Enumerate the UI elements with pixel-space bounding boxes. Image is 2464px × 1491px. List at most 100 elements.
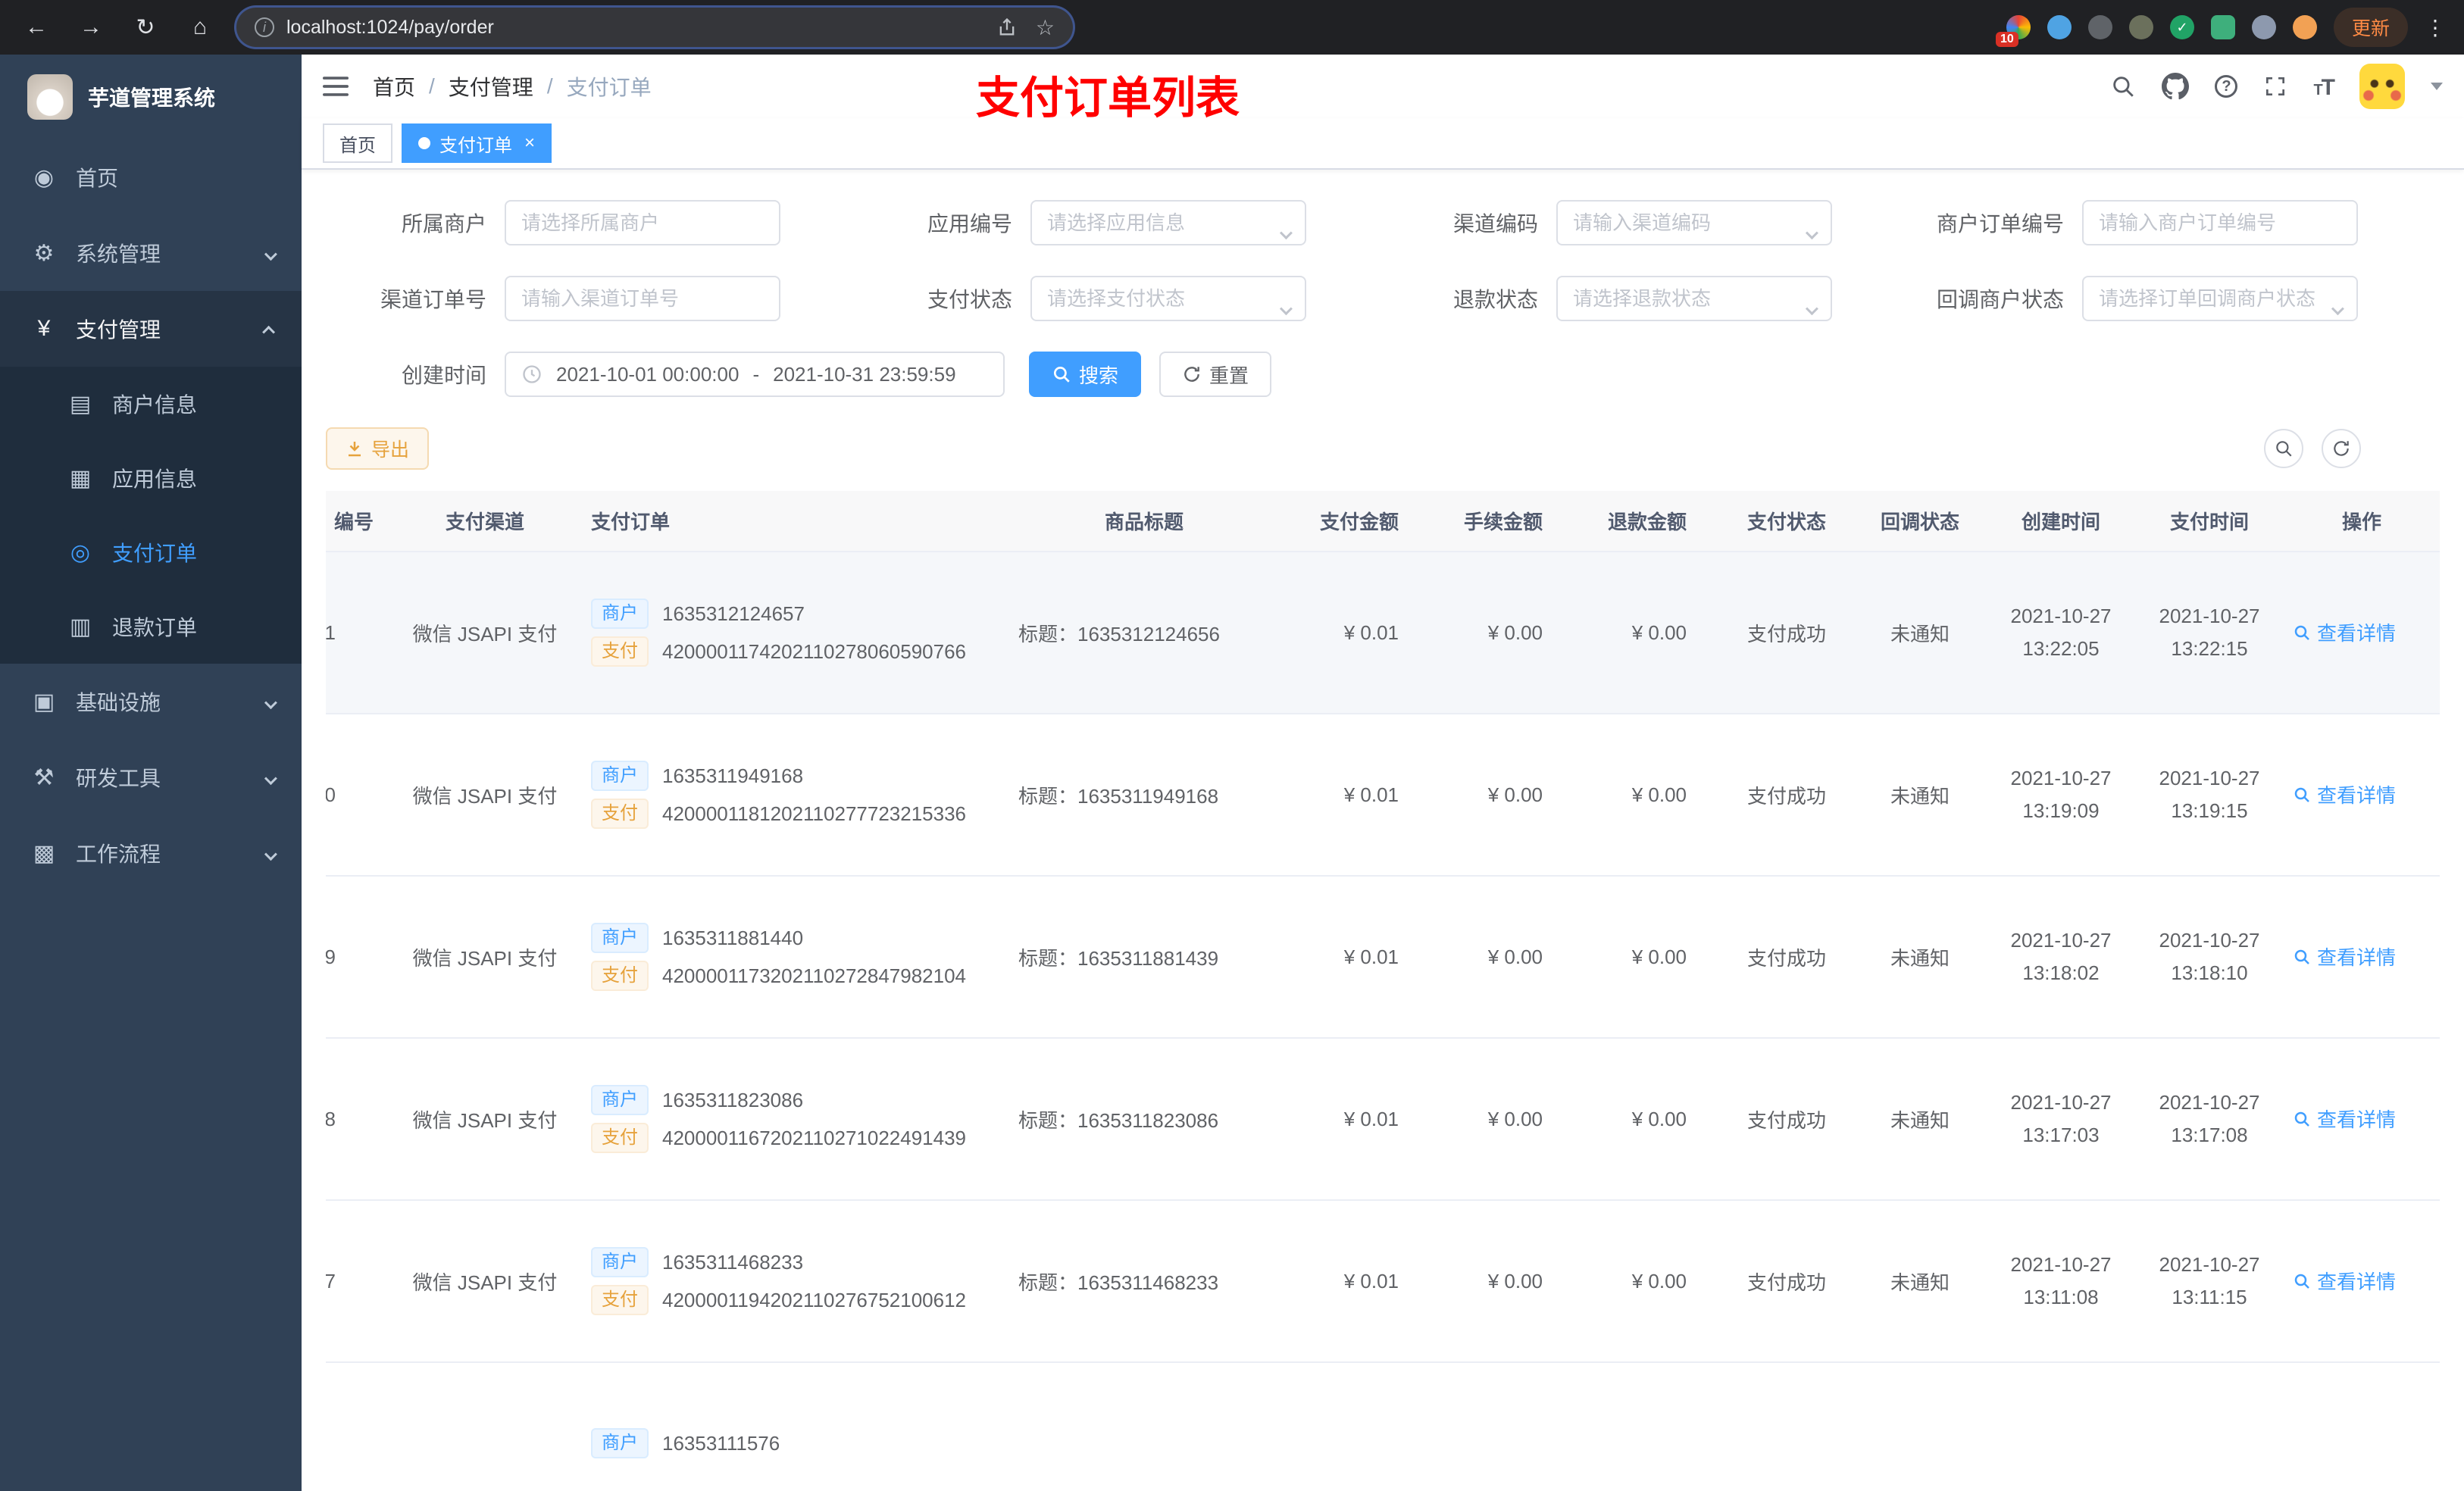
search-button[interactable]: 搜索 (1029, 352, 1142, 397)
sidebar-item-payment[interactable]: ¥ 支付管理 (0, 291, 302, 367)
sidebar-item-home[interactable]: ◉ 首页 (0, 139, 302, 215)
tab-home[interactable]: 首页 (323, 123, 392, 163)
github-icon[interactable] (2162, 73, 2190, 100)
merchant-order-no-input[interactable] (2082, 200, 2358, 245)
url-text: localhost:1024/pay/order (286, 16, 494, 38)
user-avatar[interactable] (2359, 64, 2405, 109)
extension-icon-3[interactable] (2087, 15, 2112, 39)
address-bar[interactable]: i localhost:1024/pay/order ☆ (236, 8, 1073, 47)
yen-icon: ¥ (37, 316, 51, 341)
extension-icon-6[interactable] (2210, 15, 2235, 39)
share-icon[interactable] (996, 17, 1018, 38)
extension-icon-1[interactable]: 10 (1995, 15, 2031, 47)
pay-status: 支付成功 (1720, 1200, 1853, 1363)
sidebar-item-pay-order[interactable]: ◎ 支付订单 (0, 515, 302, 589)
pay-badge: 支付 (591, 636, 649, 667)
card-icon: ▤ (69, 391, 92, 417)
help-icon[interactable]: ? (2215, 75, 2238, 98)
sidebar-item-workflow[interactable]: ▩ 工作流程 (0, 815, 302, 891)
font-size-icon[interactable]: TT (2313, 73, 2335, 101)
filter-label: 所属商户 (401, 212, 486, 236)
sidebar-item-app-info[interactable]: ▦ 应用信息 (0, 441, 302, 515)
back-icon[interactable]: ← (18, 9, 55, 45)
export-button[interactable]: 导出 (326, 427, 430, 470)
chevron-down-icon (264, 696, 277, 710)
reload-icon[interactable]: ↻ (127, 9, 164, 45)
pay-badge: 支付 (591, 961, 649, 991)
breadcrumb-home[interactable]: 首页 (373, 71, 415, 102)
merchant-badge: 商户 (591, 599, 649, 629)
view-detail-link[interactable]: 查看详情 (2284, 1267, 2396, 1295)
home-icon[interactable]: ⌂ (182, 9, 218, 45)
extension-icon-2[interactable] (2047, 15, 2072, 39)
search-icon (2294, 1111, 2309, 1127)
sidebar: 芋道管理系统 ◉ 首页 ⚙ 系统管理 ¥ 支付管理 ▤ 商户信息 ▦ 应用信息 (0, 55, 302, 1491)
reset-button[interactable]: 重置 (1159, 352, 1272, 397)
pay-channel: 微信 JSAPI 支付 (394, 1038, 576, 1201)
page-title-annotation: 支付订单列表 (976, 73, 1240, 123)
refund-status-select[interactable] (1556, 276, 1832, 321)
search-icon[interactable] (2110, 73, 2136, 99)
extension-icon-5[interactable]: ✓ (2169, 15, 2194, 39)
merchant-badge: 商户 (591, 1247, 649, 1277)
breadcrumb: 首页 / 支付管理 / 支付订单 (373, 71, 652, 102)
tags-view: 首页 支付订单 × (302, 118, 2464, 170)
browser-menu-icon[interactable]: ⋮ (2425, 15, 2446, 40)
refresh-icon (1184, 367, 1199, 382)
fee-amount: ¥ 0.00 (1432, 714, 1576, 877)
orders-table: 编号 支付渠道 支付订单 商品标题 支付金额 手续金额 退款金额 支付状态 回调… (326, 491, 2440, 1491)
chevron-down-icon (264, 772, 277, 786)
filter-label: 应用编号 (927, 212, 1012, 236)
pay-amount: ¥ 0.01 (1288, 1038, 1432, 1201)
extension-icon-4[interactable] (2128, 15, 2153, 39)
target-icon: ◎ (70, 539, 91, 565)
extension-icon-8[interactable] (2292, 15, 2317, 39)
logo-avatar (27, 74, 73, 120)
extension-icon-7[interactable] (2251, 15, 2276, 39)
tools-icon: ⚒ (33, 764, 55, 790)
search-toggle-button[interactable] (2264, 429, 2303, 468)
order-id: 21 (326, 621, 336, 645)
channel-code-select[interactable] (1556, 200, 1832, 245)
bookmark-star-icon[interactable]: ☆ (1036, 15, 1055, 40)
view-detail-link[interactable]: 查看详情 (2284, 1105, 2396, 1133)
merchant-order-no: 1635312124657 (662, 602, 805, 625)
filter-label: 渠道编码 (1452, 212, 1538, 236)
date-range-picker[interactable]: 2021-10-01 00:00:00 - 2021-10-31 23:59:5… (505, 352, 1005, 397)
view-detail-link[interactable]: 查看详情 (2284, 780, 2396, 808)
table-row: 19 微信 JSAPI 支付 商户 1635311881440 支付 4200001… (326, 876, 2440, 1039)
fullscreen-icon[interactable] (2263, 74, 2287, 98)
app-id-select[interactable] (1030, 200, 1306, 245)
pay-channel: 微信 JSAPI 支付 (394, 1200, 576, 1363)
app-logo: 芋道管理系统 (0, 55, 302, 139)
sidebar-item-merchant-info[interactable]: ▤ 商户信息 (0, 367, 302, 441)
monitor-icon: ▣ (33, 689, 55, 714)
sidebar-item-dev-tools[interactable]: ⚒ 研发工具 (0, 739, 302, 815)
dashboard-icon: ◉ (33, 164, 55, 190)
browser-update-button[interactable]: 更新 (2333, 8, 2408, 47)
merchant-order-no: 1635311823086 (662, 1088, 804, 1111)
close-tab-icon[interactable]: × (524, 133, 535, 154)
forward-icon[interactable]: → (73, 9, 109, 45)
merchant-select[interactable] (505, 200, 780, 245)
notify-status-select[interactable] (2082, 276, 2358, 321)
download-icon (349, 442, 361, 457)
tab-pay-order[interactable]: 支付订单 × (402, 123, 552, 163)
view-detail-link[interactable]: 查看详情 (2284, 618, 2396, 646)
sidebar-item-system[interactable]: ⚙ 系统管理 (0, 215, 302, 291)
filter-label: 回调商户状态 (1936, 288, 2064, 311)
sidebar-item-infra[interactable]: ▣ 基础设施 (0, 664, 302, 739)
pay-status-select[interactable] (1030, 276, 1306, 321)
refund-amount: ¥ 0.00 (1576, 1038, 1720, 1201)
sidebar-item-refund-order[interactable]: ▥ 退款订单 (0, 589, 302, 664)
sidebar-collapse-icon[interactable] (323, 75, 349, 98)
merchant-order-no: 1635311468233 (662, 1250, 804, 1274)
channel-order-no-input[interactable] (505, 276, 780, 321)
product-title: 标题：1635311823086 (1000, 1038, 1288, 1201)
refresh-table-button[interactable] (2322, 429, 2361, 468)
pay-amount: ¥ 0.01 (1288, 552, 1432, 714)
breadcrumb-payment[interactable]: 支付管理 (449, 71, 533, 102)
site-info-icon[interactable]: i (255, 17, 274, 37)
avatar-dropdown-icon[interactable] (2431, 83, 2443, 90)
view-detail-link[interactable]: 查看详情 (2284, 942, 2396, 971)
